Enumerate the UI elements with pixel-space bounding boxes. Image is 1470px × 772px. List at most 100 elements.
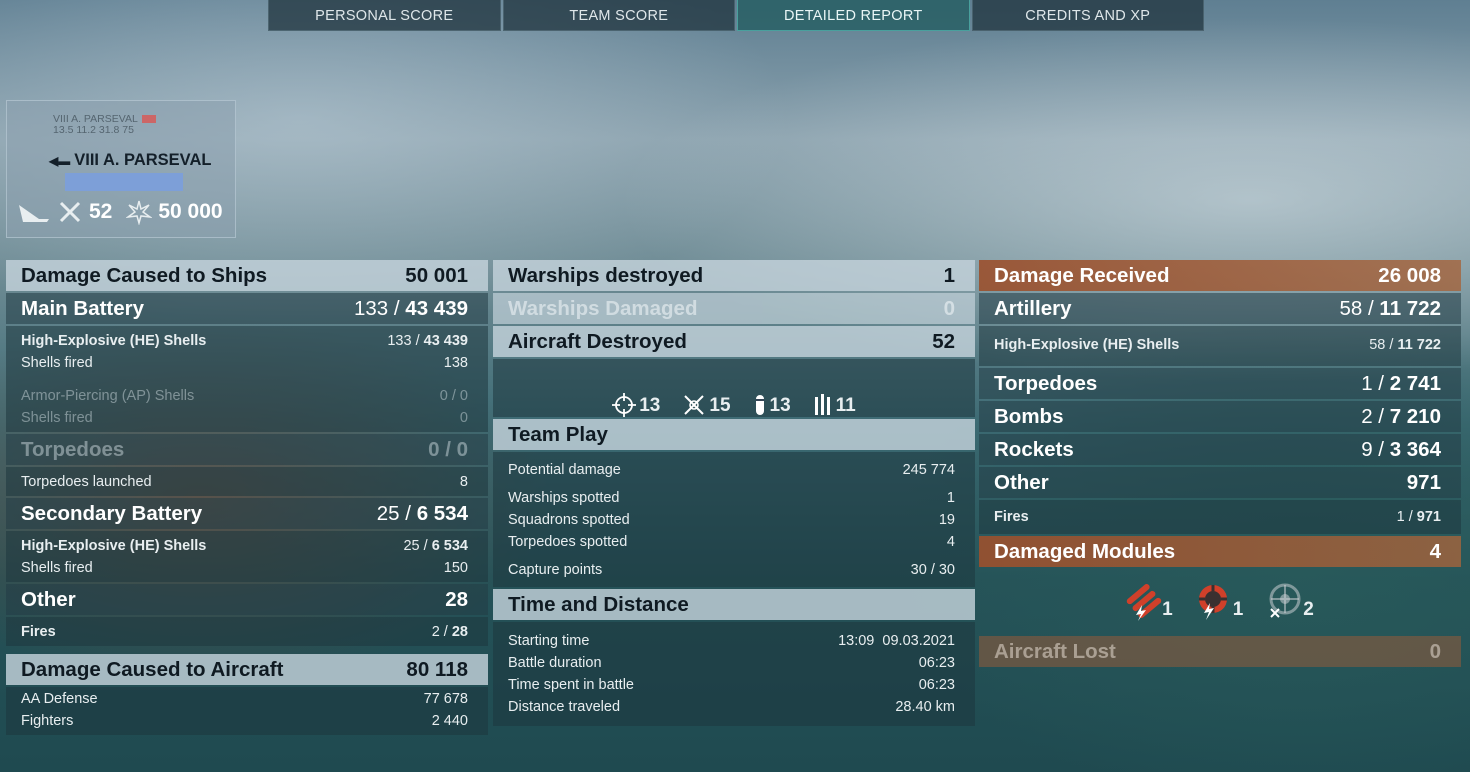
aircraft-types: 13 15 13 11 <box>493 359 975 417</box>
secondary-details: High-Explosive (HE) Shells 25 / 6 534 Sh… <box>6 531 488 582</box>
battle-duration-row: Battle duration 06:23 <box>493 652 975 674</box>
artillery-row: Artillery 58 / 11 722 <box>979 293 1461 324</box>
module-1: 1 <box>1126 581 1173 621</box>
fighters-row: Fighters 2 440 <box>6 710 488 732</box>
row-value: 77 678 <box>423 691 468 707</box>
row-value: 25 / 6 534 <box>403 538 468 554</box>
capture-points-row: Capture points 30 / 30 <box>493 559 975 581</box>
row-label: Capture points <box>508 562 603 578</box>
row-label: Fighters <box>21 713 74 729</box>
module-2: 1 <box>1193 581 1244 621</box>
ap-row: Armor-Piercing (AP) Shells 0 / 0 <box>6 385 488 407</box>
team-play-details: Potential damage 245 774 Warships spotte… <box>493 452 975 587</box>
row-label: Fires <box>21 624 56 640</box>
main-battery-details: High-Explosive (HE) Shells 133 / 43 439 … <box>6 326 488 432</box>
header-label: Damage Caused to Ships <box>21 263 268 287</box>
damage-value: 50 000 <box>158 200 223 223</box>
row-value: 13:09 09.03.2021 <box>838 633 955 649</box>
aircraft-type-value: 11 <box>835 395 856 416</box>
row-value: 2 / 7 210 <box>1361 404 1441 428</box>
header-value: 1 <box>943 263 955 287</box>
main-battery-row: Main Battery 133 / 43 439 <box>6 293 488 324</box>
row-value: 245 774 <box>902 462 955 478</box>
he-received-row: High-Explosive (HE) Shells 58 / 11 722 <box>979 334 1461 356</box>
potential-damage-row: Potential damage 245 774 <box>493 459 975 481</box>
squadrons-spotted-row: Squadrons spotted 19 <box>493 509 975 531</box>
distance-row: Distance traveled 28.40 km <box>493 696 975 718</box>
row-label: Bombs <box>994 404 1064 428</box>
warships-damaged-header: Warships Damaged 0 <box>493 293 975 324</box>
torpedoes-spotted-row: Torpedoes spotted 4 <box>493 531 975 553</box>
ship-mini-info: VIII A. PARSEVAL 13.5 11.2 31.8 75 <box>53 114 156 136</box>
row-value: 133 / 43 439 <box>353 296 468 320</box>
row-value: 06:23 <box>918 655 955 671</box>
row-label: Fires <box>994 509 1029 525</box>
torpedoes-received-row: Torpedoes 1 / 2 741 <box>979 368 1461 399</box>
row-label: Torpedoes <box>994 371 1098 395</box>
damage-received-panel: Damage Received 26 008 Artillery 58 / 11… <box>979 260 1461 669</box>
aircraft-damage-details: AA Defense 77 678 Fighters 2 440 <box>6 687 488 735</box>
row-value: 06:23 <box>918 677 955 693</box>
bombs-received-row: Bombs 2 / 7 210 <box>979 401 1461 432</box>
aircraft-type-value: 13 <box>639 395 661 416</box>
row-value: 1 <box>946 490 955 506</box>
other-row: Other 28 <box>6 584 488 615</box>
rockets-icon <box>814 394 830 415</box>
fighter-x-icon <box>684 395 705 415</box>
aircraft-type-value: 15 <box>709 395 731 416</box>
aircraft-lost-header: Aircraft Lost 0 <box>979 636 1461 667</box>
time-spent-row: Time spent in battle 06:23 <box>493 674 975 696</box>
time-distance-details: Starting time 13:09 09.03.2021 Battle du… <box>493 622 975 726</box>
he-sec-row: High-Explosive (HE) Shells 25 / 6 534 <box>6 535 488 557</box>
ship-stats: 52 50 000 <box>17 199 223 225</box>
warships-destroyed-header: Warships destroyed 1 <box>493 260 975 291</box>
torpedo-tubes-damaged-icon <box>1126 584 1162 621</box>
row-value: 971 <box>1406 470 1441 494</box>
ship-class-icon: ◀▬ <box>49 154 71 168</box>
row-value: 0 / 0 <box>439 388 468 404</box>
tab-personal-score[interactable]: PERSONAL SCORE <box>268 0 501 31</box>
module-value: 2 <box>1303 599 1314 620</box>
aircraft-destroyed-header: Aircraft Destroyed 52 <box>493 326 975 357</box>
row-label: Torpedoes <box>21 437 125 461</box>
tab-team-score[interactable]: TEAM SCORE <box>502 0 735 31</box>
row-label: Shells fired <box>21 560 93 576</box>
row-value: 2 / 28 <box>431 624 468 640</box>
row-value: 8 <box>459 474 468 490</box>
secondary-battery-row: Secondary Battery 25 / 6 534 <box>6 498 488 529</box>
row-value: 58 / 11 722 <box>1369 337 1441 353</box>
he-main-row: High-Explosive (HE) Shells 133 / 43 439 <box>6 330 488 352</box>
row-label: Main Battery <box>21 296 145 320</box>
artillery-details: High-Explosive (HE) Shells 58 / 11 722 <box>979 326 1461 366</box>
damage-caused-panel: Damage Caused to Ships 50 001 Main Batte… <box>6 260 488 737</box>
module-value: 1 <box>1232 599 1244 620</box>
header-label: Damage Caused to Aircraft <box>21 657 284 681</box>
header-value: 0 <box>943 296 955 320</box>
aircraft-type-3: 13 <box>753 393 791 417</box>
report-tabs: PERSONAL SCORE TEAM SCORE DETAILED REPOR… <box>268 0 1204 31</box>
tab-credits-and-xp[interactable]: CREDITS AND XP <box>971 0 1204 31</box>
torpedoes-details: Torpedoes launched 8 <box>6 467 488 496</box>
row-label: Shells fired <box>21 410 93 426</box>
tab-detailed-report[interactable]: DETAILED REPORT <box>737 0 970 31</box>
plane-kill-icon <box>59 201 81 223</box>
header-label: Aircraft Destroyed <box>508 329 687 353</box>
damaged-modules-header: Damaged Modules 4 <box>979 536 1461 567</box>
damage-icon <box>126 200 153 225</box>
other-received-details: Fires 1 / 971 <box>979 500 1461 534</box>
damaged-modules-icons: 1 1 2 <box>979 569 1461 633</box>
row-label: Potential damage <box>508 462 621 478</box>
bomb-icon <box>755 395 764 415</box>
row-value: 150 <box>443 560 468 576</box>
row-label: High-Explosive (HE) Shells <box>21 538 207 554</box>
team-play-header: Team Play <box>493 419 975 450</box>
steering-gear-icon <box>1269 583 1301 618</box>
row-label: AA Defense <box>21 691 98 707</box>
row-value: 19 <box>938 512 955 528</box>
row-label: High-Explosive (HE) Shells <box>21 333 207 349</box>
ship-name-text: VIII A. PARSEVAL <box>74 151 212 169</box>
header-value: 4 <box>1429 539 1441 563</box>
row-label: Rockets <box>994 437 1074 461</box>
ship-card: VIII A. PARSEVAL 13.5 11.2 31.8 75 ◀▬ VII… <box>6 100 236 238</box>
torpedoes-row: Torpedoes 0 / 0 <box>6 434 488 465</box>
